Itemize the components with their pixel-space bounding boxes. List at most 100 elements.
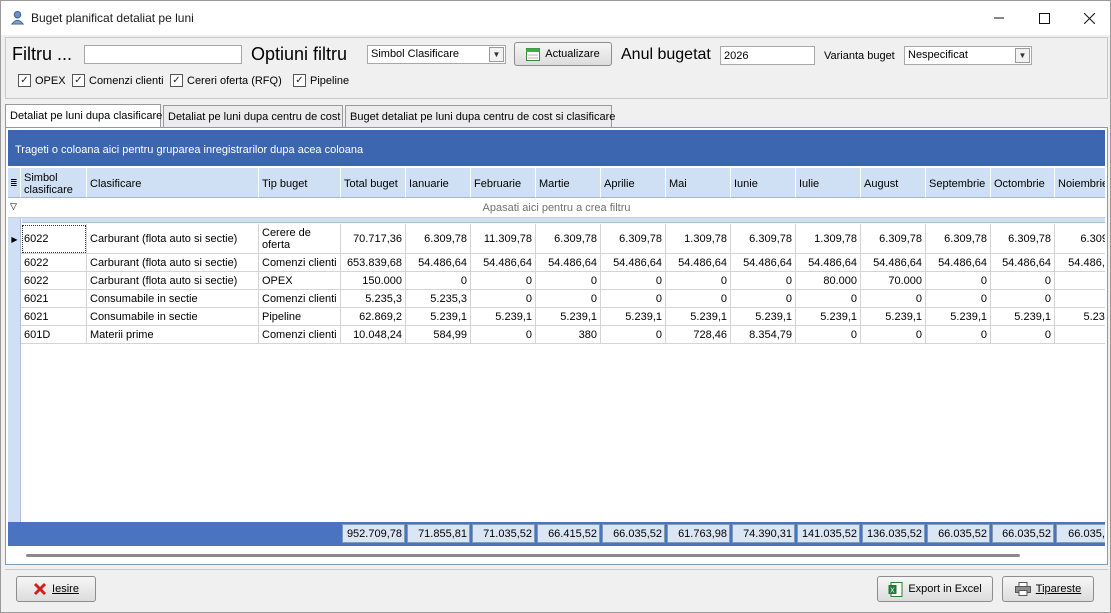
cell-iunie[interactable]: 8.354,79 [731,326,796,344]
cell-ianuarie[interactable]: 584,99 [406,326,471,344]
column-header-clasificare[interactable]: Clasificare [87,168,259,198]
cell-simbol-clasificare[interactable]: 6022 [21,224,87,254]
horizontal-scrollbar[interactable] [8,548,1105,562]
chevron-down-icon[interactable]: ▼ [1015,48,1030,63]
cell-tip-buget[interactable]: OPEX [259,272,341,290]
checkbox-cereri-oferta[interactable]: ✓ Cereri oferta (RFQ) [170,74,282,87]
chevron-down-icon[interactable]: ▼ [489,47,504,62]
checkbox-comenzi-clienti[interactable]: ✓ Comenzi clienti [72,74,164,87]
cell-aprilie[interactable]: 6.309,78 [601,224,666,254]
exit-button[interactable]: Iesire [16,576,96,602]
cell-august[interactable]: 54.486,64 [861,254,926,272]
checkbox-pipeline[interactable]: ✓ Pipeline [293,74,349,87]
column-chooser-icon[interactable]: ≣ [8,168,21,198]
grid-filter-row[interactable]: ▽ Apasati aici pentru a crea filtru [8,198,1105,218]
filter-input[interactable] [84,45,242,64]
filter-options-select[interactable]: Simbol Clasificare ▼ [367,45,506,64]
cell-octombrie[interactable]: 6.309,78 [991,224,1055,254]
column-header-tip-buget[interactable]: Tip buget [259,168,341,198]
close-button[interactable] [1066,1,1111,35]
cell-august[interactable]: 5.239,1 [861,308,926,326]
cell-total-buget[interactable]: 70.717,36 [341,224,406,254]
cell-total-buget[interactable]: 5.235,3 [341,290,406,308]
table-row[interactable]: 6021 Consumabile in sectie Comenzi clienti… [8,290,1105,308]
group-by-panel[interactable]: Trageti o coloana aici pentru gruparea i… [8,130,1105,166]
row-indicator[interactable] [8,254,21,272]
cell-februarie[interactable]: 0 [471,272,536,290]
table-row[interactable]: 6022 Carburant (flota auto si sectie) OPEX… [8,272,1105,290]
print-button[interactable]: Tipareste [1002,576,1094,602]
column-header-simbol-clasificare[interactable]: Simbol clasificare [21,168,87,198]
cell-iulie[interactable]: 54.486,64 [796,254,861,272]
cell-ianuarie[interactable]: 5.239,1 [406,308,471,326]
row-indicator[interactable] [8,308,21,326]
cell-martie[interactable]: 54.486,64 [536,254,601,272]
year-input[interactable] [720,46,815,65]
cell-clasificare[interactable]: Carburant (flota auto si sectie) [87,254,259,272]
cell-februarie[interactable]: 54.486,64 [471,254,536,272]
cell-total-buget[interactable]: 150.000 [341,272,406,290]
cell-aprilie[interactable]: 54.486,64 [601,254,666,272]
cell-martie[interactable]: 0 [536,272,601,290]
cell-martie[interactable]: 0 [536,290,601,308]
cell-tip-buget[interactable]: Comenzi clienti [259,254,341,272]
export-excel-button[interactable]: X Export in Excel [877,576,993,602]
checkmark-icon[interactable]: ✓ [72,74,85,87]
column-header-iunie[interactable]: Iunie [731,168,796,198]
cell-iulie[interactable]: 5.239,1 [796,308,861,326]
cell-noiembrie[interactable] [1055,272,1105,290]
maximize-button[interactable] [1021,1,1067,35]
checkmark-icon[interactable]: ✓ [18,74,31,87]
cell-tip-buget[interactable]: Pipeline [259,308,341,326]
cell-octombrie[interactable]: 5.239,1 [991,308,1055,326]
table-row[interactable]: ▶ 6022 Carburant (flota auto si sectie) Cer… [8,224,1105,254]
scrollbar-thumb[interactable] [26,554,1020,557]
variant-select[interactable]: Nespecificat ▼ [904,46,1032,65]
cell-mai[interactable]: 728,46 [666,326,731,344]
cell-octombrie[interactable]: 0 [991,290,1055,308]
table-row[interactable]: 6022 Carburant (flota auto si sectie) Come… [8,254,1105,272]
row-indicator[interactable] [8,326,21,344]
cell-februarie[interactable]: 0 [471,326,536,344]
cell-tip-buget[interactable]: Comenzi clienti [259,326,341,344]
cell-clasificare[interactable]: Materii prime [87,326,259,344]
column-header-martie[interactable]: Martie [536,168,601,198]
cell-octombrie[interactable]: 0 [991,272,1055,290]
cell-iunie[interactable]: 6.309,78 [731,224,796,254]
cell-martie[interactable]: 6.309,78 [536,224,601,254]
cell-noiembrie[interactable]: 5.239 [1055,308,1105,326]
cell-tip-buget[interactable]: Cerere de oferta [259,224,341,254]
cell-noiembrie[interactable] [1055,326,1105,344]
data-grid[interactable]: ≣ Simbol clasificare Clasificare Tip buget… [8,168,1105,522]
column-header-ianuarie[interactable]: Ianuarie [406,168,471,198]
cell-iunie[interactable]: 5.239,1 [731,308,796,326]
column-header-octombrie[interactable]: Octombrie [991,168,1055,198]
cell-iulie[interactable]: 0 [796,326,861,344]
current-row-arrow-icon[interactable]: ▶ [8,224,21,254]
cell-clasificare[interactable]: Consumabile in sectie [87,290,259,308]
cell-septembrie[interactable]: 0 [926,326,991,344]
column-header-august[interactable]: August [861,168,926,198]
cell-iunie[interactable]: 0 [731,290,796,308]
cell-clasificare[interactable]: Carburant (flota auto si sectie) [87,272,259,290]
row-indicator[interactable] [8,272,21,290]
cell-august[interactable]: 0 [861,326,926,344]
table-row[interactable]: 6021 Consumabile in sectie Pipeline 62.869,… [8,308,1105,326]
cell-august[interactable]: 6.309,78 [861,224,926,254]
tab-centru-cost-clasificare[interactable]: Buget detaliat pe luni dupa centru de co… [345,105,612,127]
cell-octombrie[interactable]: 54.486,64 [991,254,1055,272]
refresh-button[interactable]: Actualizare [514,42,612,66]
cell-mai[interactable]: 5.239,1 [666,308,731,326]
cell-simbol-clasificare[interactable]: 601D [21,326,87,344]
cell-aprilie[interactable]: 5.239,1 [601,308,666,326]
column-header-mai[interactable]: Mai [666,168,731,198]
cell-septembrie[interactable]: 6.309,78 [926,224,991,254]
column-header-aprilie[interactable]: Aprilie [601,168,666,198]
row-indicator[interactable] [8,290,21,308]
cell-mai[interactable]: 1.309,78 [666,224,731,254]
column-header-septembrie[interactable]: Septembrie [926,168,991,198]
cell-februarie[interactable]: 5.239,1 [471,308,536,326]
cell-mai[interactable]: 54.486,64 [666,254,731,272]
cell-ianuarie[interactable]: 5.235,3 [406,290,471,308]
cell-mai[interactable]: 0 [666,272,731,290]
